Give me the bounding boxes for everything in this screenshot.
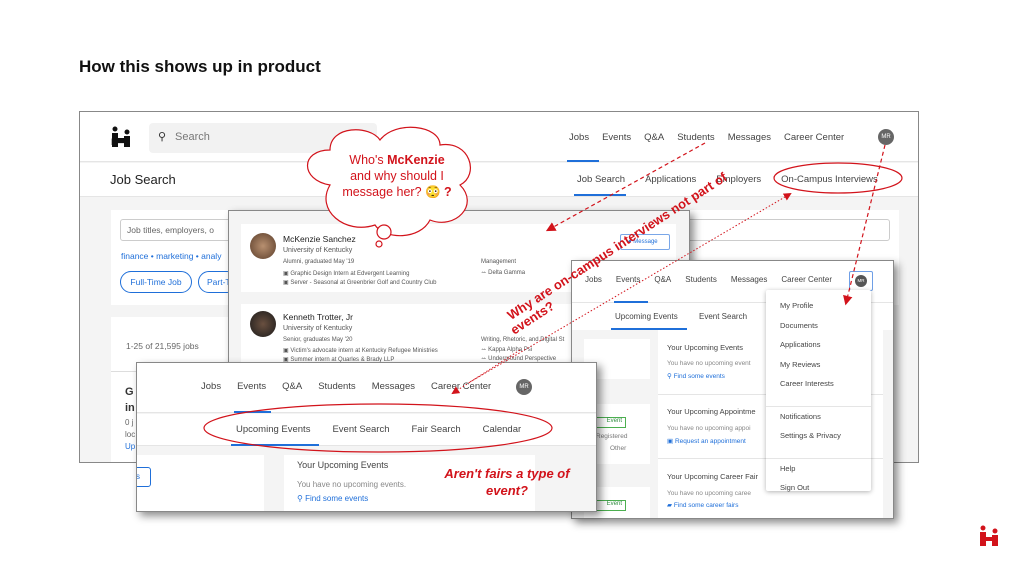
fairs-line: event?: [486, 483, 528, 498]
thought-bubble-tiny: [375, 240, 383, 248]
thought-bubble-small: [376, 224, 392, 240]
highlight-ellipse-oci: [773, 162, 903, 194]
cloud-line: and why should I: [350, 169, 444, 183]
cloud-line: Who's McKenzie: [338, 152, 456, 168]
cloud-text: message her? 😳: [342, 185, 441, 199]
highlight-ellipse-event-tabs: [203, 403, 553, 453]
cloud-annotation: Who's McKenzie and why should I message …: [338, 152, 456, 200]
cloud-name: McKenzie: [387, 153, 445, 167]
handshake-brand-icon: [980, 525, 998, 546]
cloud-line: message her? 😳 ?: [338, 184, 456, 200]
arrow-profile-menu: [843, 144, 886, 306]
fairs-line: Aren't fairs a type of: [444, 466, 570, 481]
cloud-qmark: ?: [444, 185, 452, 199]
fairs-annotation: Aren't fairs a type of event?: [432, 465, 582, 499]
arrow-oci: [469, 192, 792, 383]
cloud-text: Who's: [349, 153, 388, 167]
